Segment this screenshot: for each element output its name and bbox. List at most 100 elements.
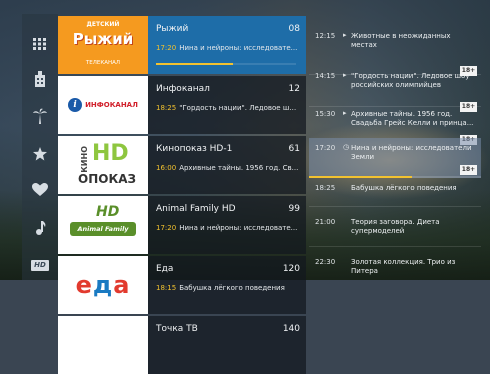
schedule-item[interactable]: 22:30 Золотая коллекция. Трио из Питера [309, 252, 481, 280]
sidebar-item-liked[interactable] [22, 172, 58, 208]
program-title: Архивные тайны. 1956 год. Св... [179, 164, 299, 172]
logo-text: ТЕЛЕКАНАЛ [85, 60, 121, 66]
sidebar-item-all[interactable] [22, 26, 58, 62]
logo-letter: а [113, 271, 131, 299]
channel-row[interactable]: HD Animal Family Animal Family HD 99 17:… [58, 196, 306, 254]
channel-name: Кинопоказ HD-1 [156, 144, 233, 154]
schedule-time: 17:20 [315, 144, 336, 152]
sidebar-item-hd[interactable]: HD [22, 247, 58, 283]
logo-letter: д [92, 271, 114, 299]
schedule-title: Золотая коллекция. Трио из Питера [351, 258, 456, 275]
channel-row[interactable]: еда Еда 120 18:15 Бабушка лёгкого поведен… [58, 256, 306, 314]
channel-info: Рыжий 08 17:20 Нина и нейроны: исследоват… [148, 16, 306, 74]
program-schedule: 12:15 ▸ Животные в неожиданных местах 18… [309, 14, 481, 280]
current-program: 18:15 Бабушка лёгкого поведения [156, 284, 300, 292]
play-marker-icon: ▸ [343, 109, 347, 117]
current-program: 17:20 Нина и нейроны: исследовате... [156, 44, 300, 52]
channel-name: Еда [156, 264, 174, 274]
sidebar-item-favorites[interactable] [22, 136, 58, 172]
channel-name: Рыжий [156, 24, 189, 34]
channel-logo: HD Animal Family [58, 196, 148, 254]
program-time: 18:25 [156, 104, 177, 112]
channel-row[interactable]: КИНО HD ОПОКАЗ Кинопоказ HD-1 61 16:00 Ар… [58, 136, 306, 194]
logo-text: КИНО [80, 146, 89, 173]
divider [309, 246, 481, 247]
grid-icon [33, 38, 46, 50]
channel-name: Инфоканал [156, 84, 210, 94]
channel-logo: i ИНФОКАНАЛ [58, 76, 148, 134]
program-title: Бабушка лёгкого поведения [179, 284, 285, 292]
program-time: 18:15 [156, 284, 177, 292]
star-icon [33, 147, 47, 161]
heart-icon [32, 183, 48, 196]
logo-text: HD [92, 141, 129, 166]
hd-icon: HD [31, 259, 49, 271]
channel-number: 99 [288, 204, 300, 214]
ryzhiy-logo: ДЕТСКИЙ Рыжий ТЕЛЕКАНАЛ [58, 16, 148, 74]
logo-text: ОПОКАЗ [78, 172, 137, 186]
channel-number: 140 [282, 324, 300, 334]
progress-fill [156, 63, 233, 65]
channel-name: Animal Family HD [156, 204, 236, 214]
sidebar-item-info[interactable] [22, 61, 58, 97]
logo-letter: е [75, 271, 93, 299]
program-progress-bar [156, 63, 296, 65]
schedule-time: 12:15 [315, 32, 336, 40]
sidebar-item-music[interactable] [22, 210, 58, 246]
schedule-title: Нина и нейроны: исследователи Земли [351, 144, 472, 161]
logo-text: ИНФОКАНАЛ [85, 101, 138, 109]
schedule-title: "Гордость нации". Ледовое шоу российских… [351, 72, 470, 89]
program-time: 17:20 [156, 44, 177, 52]
program-time: 16:00 [156, 164, 177, 172]
channel-logo: КИНО HD ОПОКАЗ [58, 136, 148, 194]
logo-text: Рыжий [72, 30, 134, 48]
schedule-time: 14:15 [315, 72, 336, 80]
channel-info: Animal Family HD 99 17:20 Нина и нейроны:… [148, 196, 306, 254]
schedule-item-current[interactable]: 17:20 ◷ Нина и нейроны: исследователи Зе… [309, 138, 481, 178]
channel-number: 120 [282, 264, 300, 274]
schedule-item[interactable]: 14:15 ▸ "Гордость нации". Ледовое шоу ро… [309, 66, 481, 112]
channel-logo: еда [58, 256, 148, 314]
schedule-item[interactable]: 21:00 Теория заговора. Диета супермоделе… [309, 212, 481, 246]
sidebar-item-travel[interactable] [22, 98, 58, 134]
schedule-time: 21:00 [315, 218, 336, 226]
program-title: "Гордость нации". Ледовое шо... [179, 104, 300, 112]
channel-row[interactable]: i ИНФОКАНАЛ Инфоканал 12 18:25 "Гордость … [58, 76, 306, 134]
logo-text: i [68, 98, 83, 112]
play-marker-icon: ▸ [343, 31, 347, 39]
category-sidebar: HD [22, 14, 58, 280]
clock-icon: ◷ [343, 143, 350, 151]
logo-text: ДЕТСКИЙ [86, 21, 120, 28]
music-icon [36, 221, 46, 235]
schedule-title: Животные в неожиданных местах [351, 32, 451, 49]
program-title: Нина и нейроны: исследовате... [179, 44, 298, 52]
current-program: 18:25 "Гордость нации". Ледовое шо... [156, 104, 300, 112]
channel-name: Точка ТВ [156, 324, 198, 334]
age-rating-badge: 18+ [460, 165, 477, 175]
logo-text: Animal Family [70, 222, 136, 236]
schedule-item[interactable]: 12:15 ▸ Животные в неожиданных местах 18… [309, 26, 481, 76]
channel-info: Еда 120 18:15 Бабушка лёгкого поведения [148, 256, 306, 314]
channel-row[interactable]: Точка ТВ 140 [58, 316, 306, 374]
channel-info: Кинопоказ HD-1 61 16:00 Архивные тайны. 1… [148, 136, 306, 194]
infokanal-logo: i ИНФОКАНАЛ [68, 98, 138, 112]
current-program: 17:20 Нина и нейроны: исследовате... [156, 224, 300, 232]
channel-info: Точка ТВ 140 [148, 316, 306, 374]
schedule-title: Теория заговора. Диета супермоделей [351, 218, 440, 235]
channel-row[interactable]: ДЕТСКИЙ Рыжий ТЕЛЕКАНАЛ Рыжий 08 17:20 Ни… [58, 16, 306, 74]
schedule-time: 18:25 [315, 184, 336, 192]
channel-logo [58, 316, 148, 374]
channel-logo: ДЕТСКИЙ Рыжий ТЕЛЕКАНАЛ [58, 16, 148, 74]
channel-list: ДЕТСКИЙ Рыжий ТЕЛЕКАНАЛ Рыжий 08 17:20 Ни… [58, 14, 306, 374]
program-time: 17:20 [156, 224, 177, 232]
channel-info: Инфоканал 12 18:25 "Гордость нации". Ледо… [148, 76, 306, 134]
channel-number: 12 [288, 84, 300, 94]
divider [309, 206, 481, 207]
eda-logo: еда [76, 271, 131, 299]
schedule-title: Архивные тайны. 1956 год. Свадьба Грейс … [351, 110, 474, 127]
kinopokaz-logo: КИНО HD ОПОКАЗ [58, 136, 148, 194]
schedule-item[interactable]: 18:25 Бабушка лёгкого поведения [309, 178, 481, 208]
channel-number: 61 [288, 144, 300, 154]
current-program: 16:00 Архивные тайны. 1956 год. Св... [156, 164, 300, 172]
channel-number: 08 [288, 24, 300, 34]
